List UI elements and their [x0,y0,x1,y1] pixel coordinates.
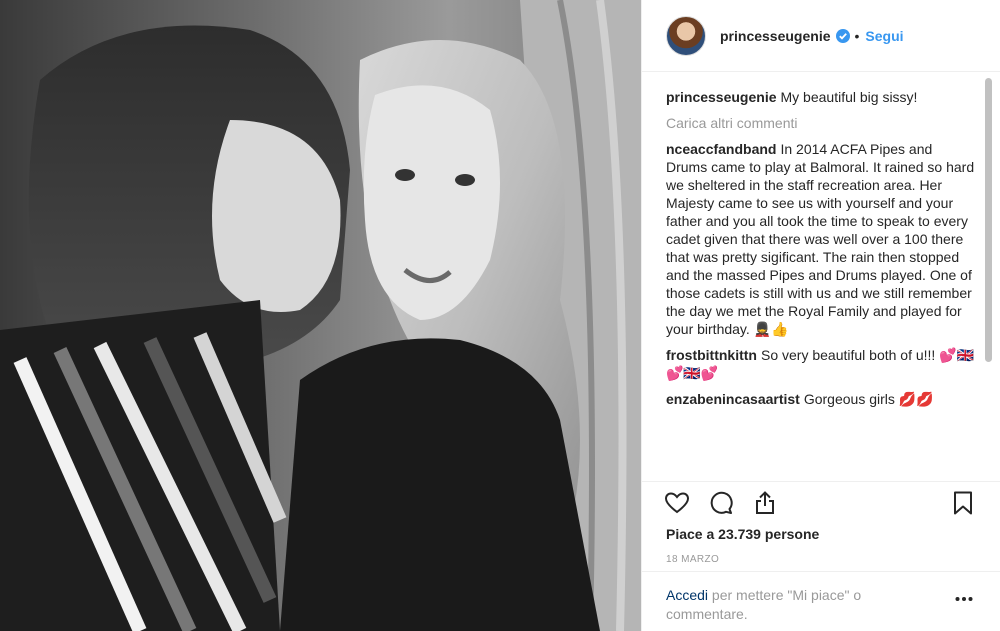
comment-text: Gorgeous girls 💋💋 [803,391,934,407]
list-item: nceacсfandband In 2014 ACFA Pipes and Dru… [666,140,976,338]
header-username[interactable]: princesseugenie [720,28,831,44]
post-date: 18 MARZO [666,554,720,565]
post-side-panel: princesseugenie • Segui princesseugenie M… [641,0,1000,631]
comment-username[interactable]: princesseugenie [666,89,777,105]
caption-comment: princesseugenie My beautiful big sissy! [666,88,976,106]
action-bar [642,481,1000,521]
list-item: enzabenincasaartist Gorgeous girls 💋💋 [666,390,976,408]
comment-username[interactable]: frostbittnkittn [666,347,757,363]
heart-icon[interactable] [664,490,690,516]
login-link[interactable]: Accedi [666,587,708,603]
share-icon[interactable] [752,490,778,516]
bookmark-icon[interactable] [950,490,976,516]
likes-count[interactable]: Piace a 23.739 persone [666,526,819,542]
avatar[interactable] [666,15,706,56]
more-options-icon[interactable] [955,596,973,602]
post-header: princesseugenie • Segui [642,0,1000,72]
post-photo[interactable] [0,0,641,631]
header-separator: • [854,27,860,44]
follow-button[interactable]: Segui [865,28,903,44]
load-more-comments[interactable]: Carica altri commenti [666,114,976,132]
post-photo-image [0,0,641,631]
comment-bubble-icon[interactable] [708,490,734,516]
comments-list[interactable]: princesseugenie My beautiful big sissy! C… [666,88,976,480]
comment-username[interactable]: nceacсfandband [666,141,776,157]
login-prompt: Accedi per mettere "Mi piace" o commenta… [642,571,1000,631]
comment-username[interactable]: enzabenincasaartist [666,391,800,407]
comment-text: In 2014 ACFA Pipes and Drums came to pla… [666,141,975,337]
comments-scrollbar[interactable] [985,78,992,362]
verified-badge-icon [835,28,850,43]
comment-text: My beautiful big sissy! [780,89,918,105]
list-item: frostbittnkittn So very beautiful both of… [666,346,976,382]
